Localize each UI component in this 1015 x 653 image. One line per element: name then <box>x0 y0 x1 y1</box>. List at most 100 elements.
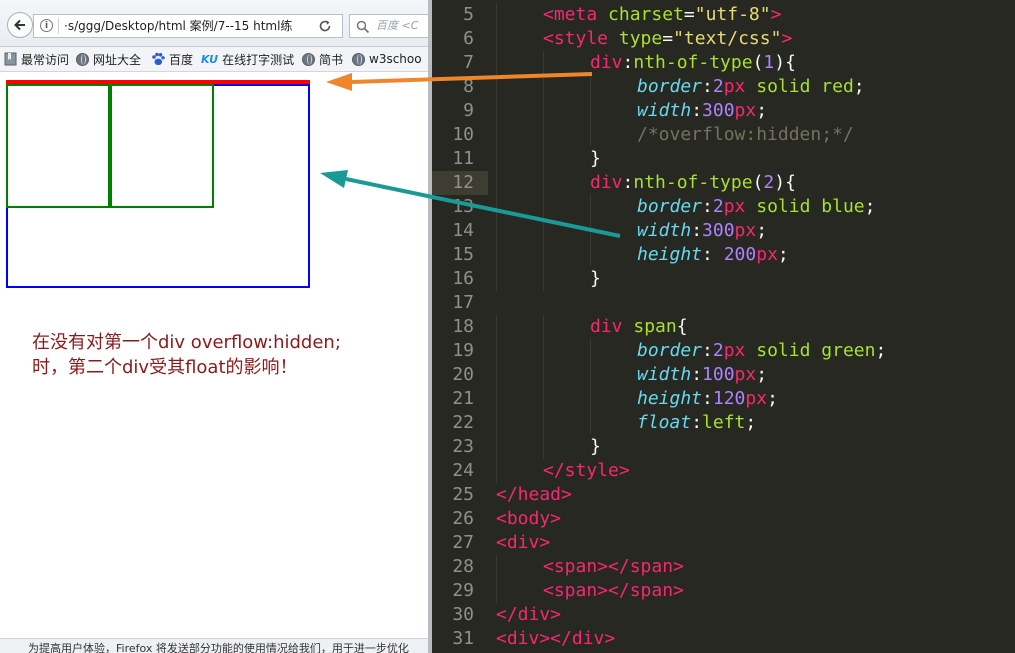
line-number: 23 <box>452 436 474 457</box>
code-text: height: 200px; <box>637 243 789 267</box>
code-token: > <box>781 28 793 49</box>
code-line[interactable]: 16} <box>432 267 1015 291</box>
code-token: : <box>622 52 634 73</box>
search-box[interactable]: 百度 <C <box>349 14 428 38</box>
code-token: width <box>637 100 692 121</box>
code-line[interactable]: 29 <span></span> <box>432 579 1015 603</box>
indent-guide <box>543 99 544 123</box>
indent-guide <box>590 363 591 387</box>
code-token: : <box>691 100 703 121</box>
code-line[interactable]: 24 </style> <box>432 459 1015 483</box>
code-token: div <box>590 172 623 193</box>
code-token: solid red <box>756 76 854 97</box>
code-line[interactable]: 18 div span{ <box>432 315 1015 339</box>
code-token: ; <box>745 412 757 433</box>
code-line[interactable]: 6 <style type="text/css"> <box>432 27 1015 51</box>
ku-logo-icon: KU <box>201 52 219 66</box>
code-line[interactable]: 26 <body> <box>432 507 1015 531</box>
code-token: <body> <box>496 508 562 529</box>
line-number: 27 <box>452 532 474 553</box>
reload-button[interactable] <box>314 15 336 37</box>
bookmark-item-wangzhi[interactable]: 网址大全 <box>76 51 141 67</box>
code-line[interactable]: 20 width:100px; <box>432 363 1015 387</box>
code-token: float <box>637 412 692 433</box>
code-token: } <box>590 436 601 457</box>
code-line[interactable]: 25 </head> <box>432 483 1015 507</box>
code-token: 300 <box>702 100 735 121</box>
indent-guide <box>496 147 497 171</box>
line-number: 12 <box>452 172 474 193</box>
code-line[interactable]: 30 </div> <box>432 603 1015 627</box>
bookmark-label: 百度 <box>169 52 194 67</box>
code-token: ; <box>756 100 768 121</box>
line-number: 7 <box>463 52 474 73</box>
code-token: px <box>756 244 778 265</box>
code-token: = <box>662 28 674 49</box>
indent-guide <box>590 387 591 411</box>
indent-guide <box>496 195 497 219</box>
indent-guide <box>496 27 497 51</box>
code-token: <meta <box>543 4 609 25</box>
code-token: ; <box>756 220 768 241</box>
indent-guide <box>496 123 497 147</box>
code-token: ; <box>853 76 865 97</box>
code-token: : <box>702 196 713 217</box>
code-token: charset <box>608 4 684 25</box>
code-token: > <box>770 4 782 25</box>
code-line[interactable]: 10 /*overflow:hidden;*/ <box>432 123 1015 147</box>
code-line[interactable]: 31 <div></div> <box>432 627 1015 651</box>
bookmark-item-most-visited[interactable]: 最常访问 <box>4 51 69 67</box>
code-token: width <box>637 220 692 241</box>
code-line[interactable]: 19 border:2px solid green; <box>432 339 1015 363</box>
indent-guide <box>496 51 497 75</box>
bookmark-item-baidu[interactable]: 百度 <box>151 51 193 67</box>
code-line[interactable]: 13 border:2px solid blue; <box>432 195 1015 219</box>
indent-guide <box>543 171 544 195</box>
indent-guide <box>590 411 591 435</box>
bookmark-item-jianshu[interactable]: 简书 <box>302 51 343 67</box>
line-number: 30 <box>452 604 474 625</box>
code-token: 200 <box>723 244 757 265</box>
code-line[interactable]: 12 div:nth-of-type(2){ <box>432 171 1015 195</box>
globe-icon <box>76 52 89 66</box>
bookmark-label: 在线打字测试 <box>222 52 295 67</box>
code-token: </div> <box>496 604 562 625</box>
code-line[interactable]: 5 <meta charset="utf-8"> <box>432 3 1015 27</box>
code-token: /*overflow:hidden;*/ <box>637 124 854 145</box>
code-line[interactable]: 11} <box>432 147 1015 171</box>
bookmark-label: 最常访问 <box>21 52 70 67</box>
code-line[interactable]: 7 div:nth-of-type(1){ <box>432 51 1015 75</box>
notification-text: 为提高用户体验，Firefox 将发送部分功能的使用情况给我们，用于进一步优化 <box>28 642 409 653</box>
code-line[interactable]: 17 <box>432 291 1015 315</box>
code-line[interactable]: 9 width:300px; <box>432 99 1015 123</box>
url-bar[interactable]: i ·s/ggg/Desktop/html 案例/7--15 html练 <box>33 14 343 38</box>
bookmark-item-w3school[interactable]: w3schoo <box>352 51 422 67</box>
search-icon <box>356 19 370 38</box>
indent-guide <box>590 99 591 123</box>
code-line[interactable]: 14 width:300px; <box>432 219 1015 243</box>
code-line[interactable]: 22 float:left; <box>432 411 1015 435</box>
indent-guide <box>496 411 497 435</box>
url-text[interactable]: ·s/ggg/Desktop/html 案例/7--15 html练 <box>64 18 314 34</box>
code-text: } <box>590 267 601 291</box>
code-line[interactable]: 15 height: 200px; <box>432 243 1015 267</box>
code-token: left <box>702 412 746 433</box>
code-editor[interactable]: 5 <meta charset="utf-8"> 6 <style type="tex… <box>428 0 1015 653</box>
code-token: : <box>702 76 713 97</box>
code-token: ){ <box>774 172 796 193</box>
code-line[interactable]: 8 border:2px solid red; <box>432 75 1015 99</box>
bookmark-label: w3schoo <box>369 52 422 66</box>
line-number: 29 <box>452 580 474 601</box>
code-text: </head> <box>496 483 572 507</box>
code-line[interactable]: 27 <div> <box>432 531 1015 555</box>
info-icon[interactable]: i <box>40 19 53 32</box>
code-text: height:120px; <box>637 387 778 411</box>
line-number: 15 <box>452 244 474 265</box>
code-line[interactable]: 28 <span></span> <box>432 555 1015 579</box>
code-line[interactable]: 21 height:120px; <box>432 387 1015 411</box>
code-token: div <box>590 52 623 73</box>
bookmark-item-typing-test[interactable]: KU 在线打字测试 <box>201 51 294 67</box>
code-text: <span></span> <box>543 555 684 579</box>
code-line[interactable]: 23} <box>432 435 1015 459</box>
back-button[interactable] <box>7 12 33 38</box>
